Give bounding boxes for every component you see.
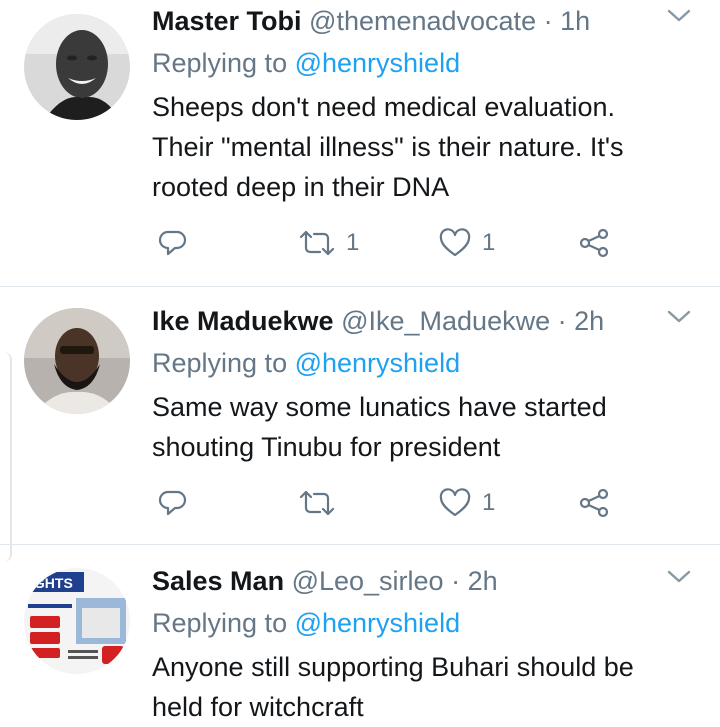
author-handle[interactable]: @Ike_Maduekwe [341,306,550,336]
author-name[interactable]: Sales Man [152,566,284,596]
retweet-icon [299,230,335,256]
author-name[interactable]: Ike Maduekwe [152,306,334,336]
tweet-text-line: Sheeps don't need medical evaluation. [152,92,615,122]
tweet-text-line: Anyone still supporting Buhari should be [152,652,634,682]
like-count: 1 [482,489,496,516]
chevron-down-icon[interactable] [664,4,694,28]
replying-to: Replying to @henryshield [152,46,460,80]
tweet-text: Sheeps don't need medical evaluation. Th… [152,87,707,207]
separator-dot: · [550,306,575,336]
chevron-down-icon[interactable] [664,565,694,589]
separator-dot: · [536,6,561,36]
avatar[interactable] [24,14,130,120]
tweet-text-line: Same way some lunatics have started [152,392,607,422]
share-button[interactable] [578,225,610,261]
overlay-edge [0,352,12,562]
tweet[interactable]: Master Tobi @themenadvocate · 1h Replyin… [0,0,720,286]
tweet-divider [0,544,720,545]
tweet-text: Same way some lunatics have started shou… [152,387,707,467]
share-icon [579,228,609,258]
replying-to: Replying to @henryshield [152,346,460,380]
separator-dot: · [443,566,468,596]
tweet-text-line: shouting Tinubu for president [152,432,501,462]
tweet-header: Master Tobi @themenadvocate · 1h [152,4,590,38]
reply-icon [158,490,187,516]
replying-to-mention[interactable]: @henryshield [295,48,461,78]
chevron-down-icon[interactable] [664,305,694,329]
tweet[interactable]: Ike Maduekwe @Ike_Maduekwe · 2h Replying… [0,303,720,543]
tweet[interactable]: IGHTS Sales Man @Leo_sirleo · 2h Replyin… [0,563,720,723]
timestamp[interactable]: 2h [574,306,604,336]
retweet-icon [299,490,335,516]
avatar[interactable] [24,308,130,414]
tweet-header: Sales Man @Leo_sirleo · 2h [152,564,498,598]
tweet-header: Ike Maduekwe @Ike_Maduekwe · 2h [152,304,604,338]
replying-to-mention[interactable]: @henryshield [295,608,461,638]
replying-to-label: Replying to [152,48,295,78]
avatar-flyer-text: IGHTS [30,575,73,591]
action-bar: 1 1 [152,225,622,261]
replying-to-label: Replying to [152,608,295,638]
author-name[interactable]: Master Tobi [152,6,302,36]
like-icon [439,228,471,257]
tweet-divider [0,286,720,287]
tweet-text: Anyone still supporting Buhari should be… [152,647,707,727]
timestamp[interactable]: 1h [560,6,590,36]
like-icon [439,488,471,517]
author-handle[interactable]: @Leo_sirleo [292,566,444,596]
retweet-button[interactable]: 1 [298,225,359,261]
reply-button[interactable] [158,225,188,261]
reply-icon [158,230,187,256]
action-bar: 1 [152,485,622,521]
share-button[interactable] [578,485,610,521]
tweet-text-line: rooted deep in their DNA [152,172,450,202]
replying-to: Replying to @henryshield [152,606,460,640]
reply-button[interactable] [158,485,188,521]
timestamp[interactable]: 2h [468,566,498,596]
avatar[interactable]: IGHTS [24,568,130,674]
author-handle[interactable]: @themenadvocate [309,6,536,36]
like-button[interactable]: 1 [438,225,495,261]
retweet-count: 1 [346,229,360,256]
like-button[interactable]: 1 [438,485,495,521]
replying-to-mention[interactable]: @henryshield [295,348,461,378]
replying-to-label: Replying to [152,348,295,378]
like-count: 1 [482,229,496,256]
share-icon [579,488,609,518]
tweet-text-line: held for witchcraft [152,692,364,722]
tweet-text-line: Their "mental illness" is their nature. … [152,132,624,162]
retweet-button[interactable] [298,485,346,521]
